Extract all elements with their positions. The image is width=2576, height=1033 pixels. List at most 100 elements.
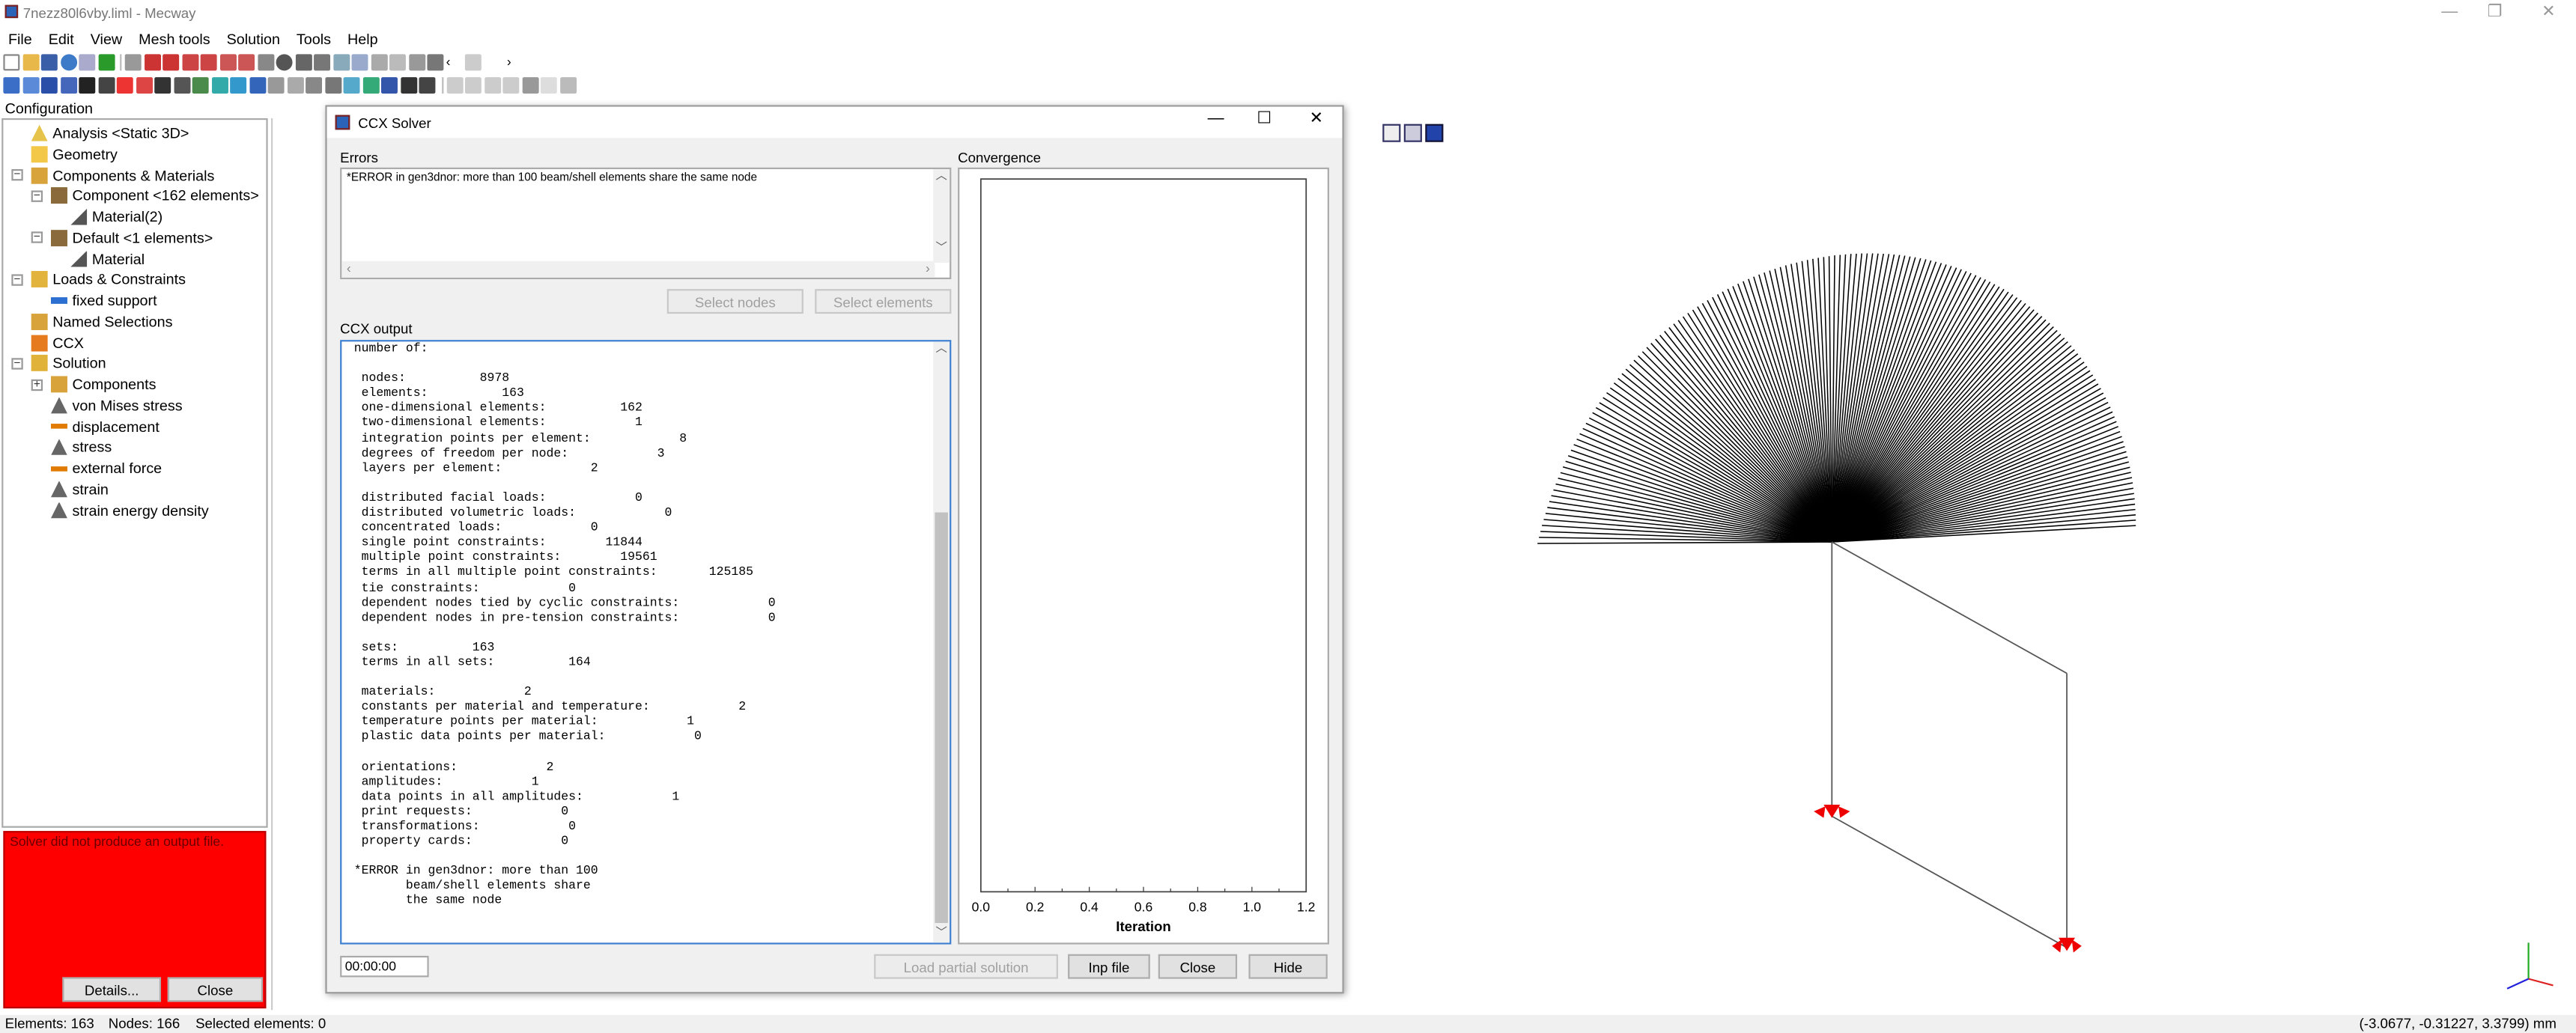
errors-vscrollbar[interactable]: ︿ ﹀ bbox=[933, 168, 950, 263]
triangle-tool-icon[interactable] bbox=[400, 77, 417, 94]
new-file-icon[interactable] bbox=[3, 54, 20, 71]
step-icon[interactable] bbox=[464, 54, 482, 71]
shaded-icon[interactable] bbox=[389, 54, 406, 71]
edges-icon[interactable] bbox=[408, 54, 425, 71]
tree-item-components-materials[interactable]: Components & Materials bbox=[31, 165, 215, 184]
tree-expander[interactable]: − bbox=[11, 168, 23, 181]
tree-item-solution[interactable]: Solution bbox=[31, 353, 106, 373]
menu-mesh-tools[interactable]: Mesh tools bbox=[130, 28, 218, 51]
ccx-output-box[interactable]: number of: nodes: 8978 elements: 163 one… bbox=[340, 340, 952, 945]
hide-button[interactable]: Hide bbox=[1248, 954, 1328, 979]
dialog-close-button[interactable]: Close bbox=[1158, 954, 1238, 979]
element-icon[interactable] bbox=[116, 77, 133, 94]
scroll-right-icon[interactable]: › bbox=[926, 261, 930, 276]
redo-icon[interactable] bbox=[79, 54, 96, 71]
tree-item-external-force[interactable]: external force bbox=[51, 458, 162, 478]
tree-item-strain[interactable]: strain bbox=[51, 479, 109, 499]
tree-item-named-selections[interactable]: Named Selections bbox=[31, 311, 173, 331]
extrude-icon[interactable] bbox=[230, 77, 247, 94]
measure-icon[interactable] bbox=[381, 77, 398, 94]
dialog-maximize-button[interactable]: ☐ bbox=[1257, 110, 1272, 128]
menu-solution[interactable]: Solution bbox=[219, 28, 288, 51]
tree-item-material-2[interactable]: Material(2) bbox=[70, 207, 162, 226]
view-top-icon[interactable] bbox=[219, 54, 236, 71]
merge-icon[interactable] bbox=[192, 77, 209, 94]
minimize-button[interactable]: — bbox=[2441, 3, 2458, 21]
tree-item-loads-constraints[interactable]: Loads & Constraints bbox=[31, 269, 186, 289]
menu-file[interactable]: File bbox=[0, 28, 40, 51]
wireframe-icon[interactable] bbox=[370, 54, 387, 71]
zoom-fit-icon[interactable] bbox=[257, 54, 274, 71]
errors-box[interactable]: *ERROR in gen3dnor: more than 100 beam/s… bbox=[340, 167, 952, 279]
tree-item-fixed-support[interactable]: fixed support bbox=[51, 290, 157, 310]
refine-icon[interactable] bbox=[210, 77, 228, 94]
section-icon[interactable] bbox=[351, 54, 368, 71]
zoom-icon[interactable] bbox=[276, 54, 293, 71]
view-option-5-icon[interactable] bbox=[521, 77, 538, 94]
revolve-icon[interactable] bbox=[249, 77, 266, 94]
scroll-up-icon[interactable]: ︿ bbox=[933, 169, 950, 186]
pan-icon[interactable] bbox=[314, 54, 330, 71]
scroll-down-icon[interactable]: ﹀ bbox=[933, 242, 950, 258]
view-front-icon[interactable] bbox=[143, 54, 160, 71]
view-option-6-icon[interactable] bbox=[540, 77, 557, 94]
error-close-button[interactable]: Close bbox=[167, 977, 264, 1002]
view-iso-icon[interactable] bbox=[124, 54, 142, 71]
chevron-left-icon[interactable]: ‹ bbox=[446, 54, 463, 71]
select-icon[interactable] bbox=[3, 77, 20, 94]
dialog-close-x-button[interactable]: ✕ bbox=[1310, 110, 1323, 128]
view-option-2-icon[interactable] bbox=[464, 77, 482, 94]
box-select-icon[interactable] bbox=[136, 77, 152, 94]
maximize-button[interactable]: ❐ bbox=[2488, 3, 2503, 21]
tree-expander[interactable]: − bbox=[11, 357, 23, 370]
select-element-icon[interactable] bbox=[40, 77, 58, 94]
rotate-icon[interactable] bbox=[294, 54, 312, 71]
tree-item-strain-energy-density[interactable]: strain energy density bbox=[51, 500, 209, 519]
errors-hscrollbar[interactable]: ‹ › bbox=[341, 260, 935, 278]
tree-item-component-162-elements[interactable]: Component <162 elements> bbox=[51, 186, 259, 205]
select-nodes-button[interactable]: Select nodes bbox=[666, 289, 804, 314]
split-icon[interactable] bbox=[173, 77, 190, 94]
view-left-icon[interactable] bbox=[181, 54, 198, 71]
warning-icon[interactable] bbox=[419, 77, 436, 94]
view-option-4-icon[interactable] bbox=[502, 77, 520, 94]
chevron-right-icon[interactable]: › bbox=[506, 54, 523, 71]
mirror-icon[interactable] bbox=[286, 77, 303, 94]
tree-expander[interactable]: − bbox=[31, 189, 43, 202]
close-window-button[interactable]: ✕ bbox=[2542, 3, 2555, 21]
save-icon[interactable] bbox=[40, 54, 58, 71]
output-vscrollbar[interactable]: ︿ ﹀ bbox=[933, 341, 950, 943]
menu-tools[interactable]: Tools bbox=[288, 28, 339, 51]
tree-item-von-mises-stress[interactable]: von Mises stress bbox=[51, 395, 183, 415]
select-face-icon[interactable] bbox=[60, 77, 77, 94]
tree-item-stress[interactable]: stress bbox=[51, 437, 112, 457]
load-partial-solution-button[interactable]: Load partial solution bbox=[874, 954, 1058, 979]
mesh-view-icon[interactable] bbox=[427, 54, 444, 71]
output-scroll-up-icon[interactable]: ︿ bbox=[933, 341, 950, 358]
view-back-icon[interactable] bbox=[162, 54, 180, 71]
node-icon[interactable] bbox=[97, 77, 115, 94]
menu-view[interactable]: View bbox=[82, 28, 130, 51]
select-elements-button[interactable]: Select elements bbox=[815, 289, 952, 314]
tree-item-material[interactable]: Material bbox=[70, 249, 145, 268]
inp-file-button[interactable]: Inp file bbox=[1068, 954, 1150, 979]
grid-icon[interactable] bbox=[559, 77, 576, 94]
tree-item-analysis-static-3d[interactable]: Analysis <Static 3D> bbox=[31, 124, 189, 143]
rotate-mesh-icon[interactable] bbox=[306, 77, 323, 94]
spline-icon[interactable] bbox=[362, 77, 379, 94]
tree-item-displacement[interactable]: displacement bbox=[51, 416, 160, 436]
scale-icon[interactable] bbox=[324, 77, 341, 94]
view-bottom-icon[interactable] bbox=[238, 54, 255, 71]
details-button[interactable]: Details... bbox=[62, 977, 162, 1002]
sweep-icon[interactable] bbox=[267, 77, 285, 94]
dialog-minimize-button[interactable]: — bbox=[1208, 110, 1224, 128]
tree-item-default-1-elements[interactable]: Default <1 elements> bbox=[51, 228, 213, 247]
view-option-1-icon[interactable] bbox=[446, 77, 463, 94]
select-node-icon[interactable] bbox=[22, 77, 39, 94]
undo-icon[interactable] bbox=[60, 54, 77, 71]
menu-help[interactable]: Help bbox=[339, 28, 386, 51]
tree-expander[interactable]: + bbox=[31, 378, 43, 391]
tree-expander[interactable]: − bbox=[11, 273, 23, 286]
tree-item-geometry[interactable]: Geometry bbox=[31, 144, 118, 164]
equals-icon[interactable] bbox=[97, 54, 115, 71]
